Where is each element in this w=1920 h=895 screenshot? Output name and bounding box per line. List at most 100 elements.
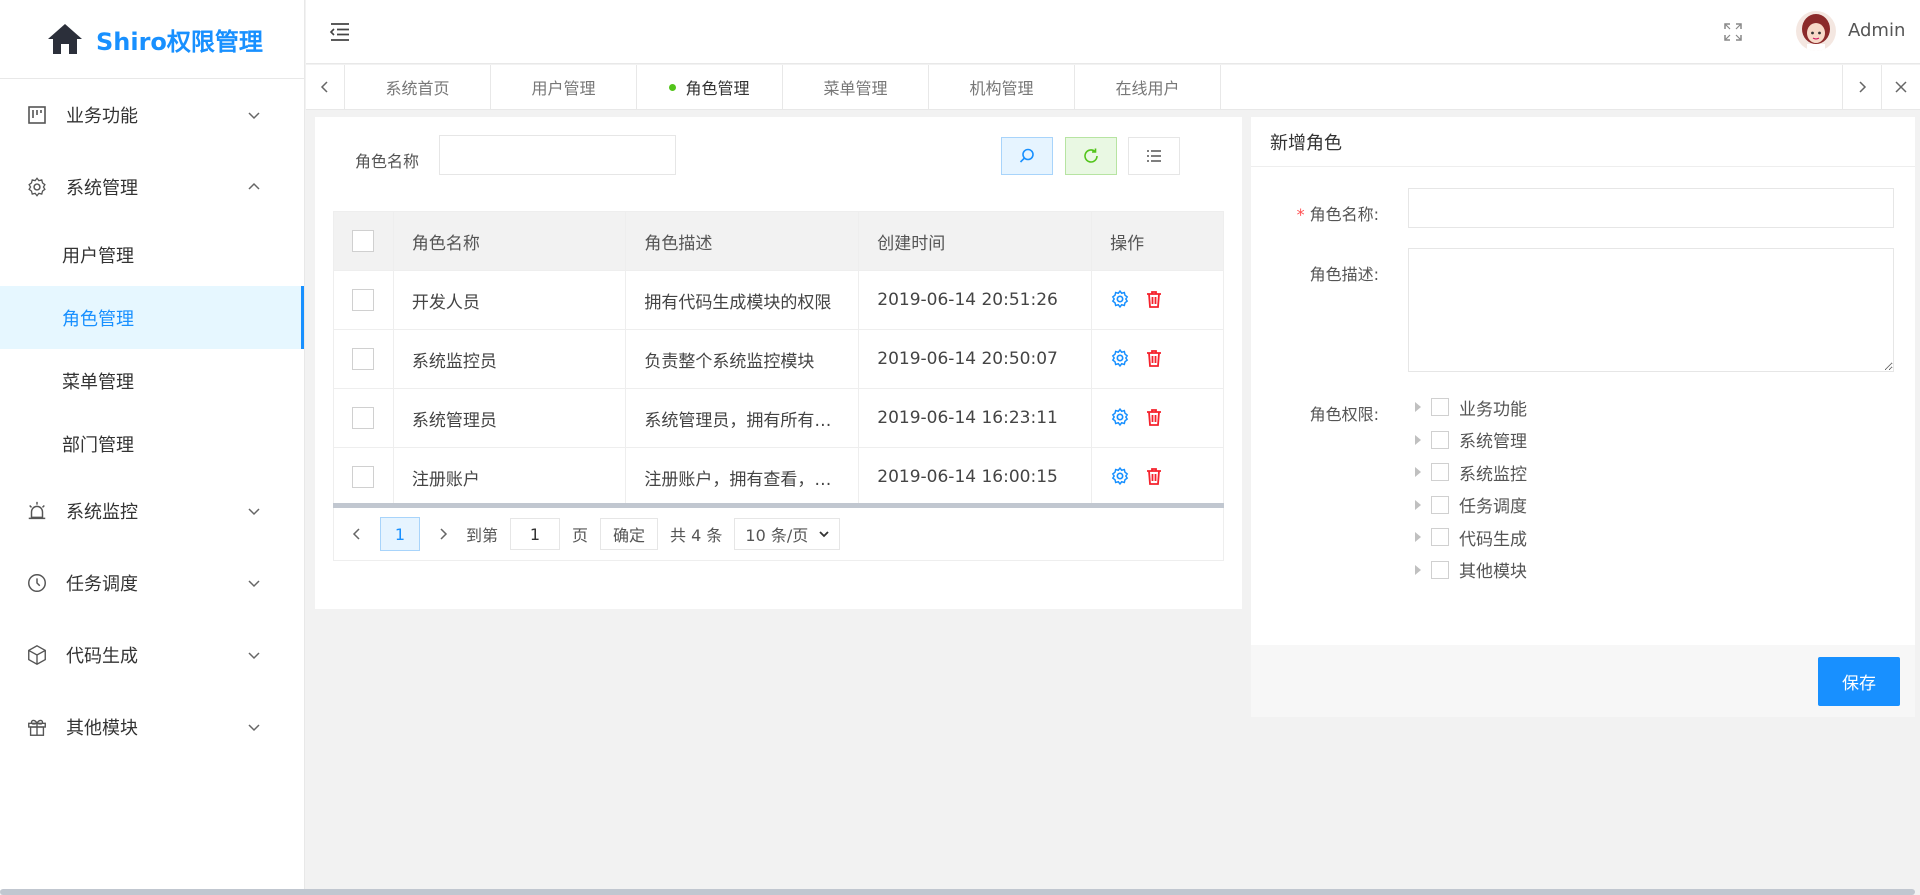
row-checkbox[interactable]: [352, 289, 375, 311]
tree-checkbox[interactable]: [1431, 528, 1449, 547]
select-all-checkbox[interactable]: [352, 230, 375, 252]
sidebar-item-business[interactable]: 业务功能: [0, 79, 304, 151]
sidebar-item-roles[interactable]: 角色管理: [0, 286, 304, 349]
chevron-down-icon: [248, 508, 260, 516]
expand-icon[interactable]: [1415, 499, 1421, 510]
tab-roles[interactable]: 角色管理: [637, 65, 783, 109]
sidebar-item-other[interactable]: 其他模块: [0, 691, 304, 763]
row-checkbox[interactable]: [352, 348, 375, 370]
page-size-value: 10 条/页: [745, 526, 809, 545]
delete-icon[interactable]: [1144, 466, 1166, 488]
current-page-button[interactable]: 1: [380, 517, 420, 551]
save-button[interactable]: 保存: [1818, 657, 1900, 706]
sidebar-item-departments[interactable]: 部门管理: [0, 412, 304, 475]
tabs-scroll-right-button[interactable]: [1842, 65, 1881, 109]
goto-confirm-button[interactable]: 确定: [600, 518, 659, 550]
panel-title: 新增角色: [1251, 117, 1915, 167]
menu-fold-icon[interactable]: [328, 20, 352, 44]
tab-users[interactable]: 用户管理: [491, 65, 637, 109]
settings-icon[interactable]: [1110, 407, 1132, 429]
settings-icon[interactable]: [1110, 289, 1132, 311]
tree-node-label[interactable]: 任务调度: [1459, 492, 1527, 517]
app-logo[interactable]: Shiro权限管理: [0, 0, 304, 79]
row-checkbox[interactable]: [352, 466, 375, 488]
tab-online-users[interactable]: 在线用户: [1075, 65, 1221, 109]
settings-icon[interactable]: [1110, 348, 1132, 370]
sidebar-item-users[interactable]: 用户管理: [0, 223, 304, 286]
goto-page-input[interactable]: 1: [510, 518, 561, 550]
role-desc-cell: 负责整个系统监控模块: [625, 329, 860, 389]
top-header: Admin: [306, 0, 1920, 64]
expand-icon[interactable]: [1415, 564, 1421, 575]
tree-checkbox[interactable]: [1431, 463, 1449, 482]
home-icon: [48, 24, 82, 54]
row-select-cell: [333, 388, 394, 448]
tab-label: 在线用户: [1115, 79, 1180, 98]
tab-home[interactable]: 系统首页: [345, 65, 491, 109]
username[interactable]: Admin: [1848, 20, 1905, 41]
role-desc-cell: 拥有代码生成模块的权限: [625, 270, 860, 330]
chevron-down-icon: [248, 112, 260, 120]
pagination: 1 到第 1 页 确定 共 4 条 10 条/页: [333, 508, 1224, 561]
gear-icon: [26, 176, 48, 198]
tree-node-label[interactable]: 系统管理: [1459, 427, 1527, 452]
tree-checkbox[interactable]: [1431, 430, 1449, 449]
expand-icon[interactable]: [1415, 434, 1421, 445]
tab-label: 系统首页: [385, 79, 450, 98]
avatar[interactable]: [1796, 11, 1836, 51]
role-name-field[interactable]: [1408, 188, 1894, 228]
sidebar-item-schedule[interactable]: 任务调度: [0, 547, 304, 619]
search-button[interactable]: [1001, 137, 1053, 175]
tree-node-label[interactable]: 系统监控: [1459, 460, 1527, 485]
tabs-spacer: [1221, 65, 1842, 109]
expand-icon[interactable]: [1415, 467, 1421, 478]
column-header[interactable]: 角色名称: [392, 211, 627, 271]
role-desc-cell: 系统管理员，拥有所有…: [625, 388, 860, 448]
settings-icon[interactable]: [1110, 466, 1132, 488]
sidebar-item-menus[interactable]: 菜单管理: [0, 349, 304, 412]
alarm-icon: [26, 500, 48, 522]
next-page-button[interactable]: [432, 523, 454, 545]
sidebar-item-label: 系统管理: [66, 178, 138, 199]
created-time-cell: 2019-06-14 20:50:07: [858, 329, 1093, 389]
sidebar-item-codegen[interactable]: 代码生成: [0, 619, 304, 691]
reset-button[interactable]: [1065, 137, 1117, 175]
tree-node-label[interactable]: 代码生成: [1459, 525, 1527, 550]
tab-menus[interactable]: 菜单管理: [783, 65, 929, 109]
role-list-panel: 角色名称 角色名称 角色描述 创建时间 操作 开发人员 拥有代码生成模块的权限 …: [315, 117, 1242, 609]
delete-icon[interactable]: [1144, 289, 1166, 311]
clock-icon: [26, 572, 48, 594]
sidebar-item-label: 系统监控: [66, 502, 138, 523]
page-horizontal-scrollbar[interactable]: [0, 889, 1915, 895]
tree-checkbox[interactable]: [1431, 560, 1449, 579]
tree-node: 系统管理: [1415, 424, 1527, 457]
chevron-left-icon: [352, 528, 360, 540]
tree-node-label[interactable]: 其他模块: [1459, 557, 1527, 582]
tree-checkbox[interactable]: [1431, 398, 1449, 417]
page-size-select[interactable]: 10 条/页: [734, 518, 841, 550]
chevron-down-icon: [819, 531, 830, 538]
role-name-search-input[interactable]: [439, 135, 676, 175]
created-time-cell: 2019-06-14 20:51:26: [858, 270, 1093, 330]
prev-page-button[interactable]: [346, 523, 368, 545]
tabs-scroll-left-button[interactable]: [306, 65, 345, 109]
tree-node-label[interactable]: 业务功能: [1459, 395, 1527, 420]
role-permission-label: 角色权限:: [1309, 405, 1379, 424]
column-header[interactable]: 创建时间: [858, 211, 1093, 271]
column-header[interactable]: 角色描述: [625, 211, 860, 271]
role-desc-field[interactable]: [1408, 248, 1894, 372]
sidebar-item-system[interactable]: 系统管理: [0, 151, 304, 223]
tree-checkbox[interactable]: [1431, 495, 1449, 514]
delete-icon[interactable]: [1144, 407, 1166, 429]
column-settings-button[interactable]: [1128, 137, 1180, 175]
tab-organizations[interactable]: 机构管理: [929, 65, 1075, 109]
table-row: 开发人员 拥有代码生成模块的权限 2019-06-14 20:51:26: [333, 270, 1224, 330]
sidebar-item-monitor[interactable]: 系统监控: [0, 475, 304, 547]
row-checkbox[interactable]: [352, 407, 375, 429]
expand-icon[interactable]: [1415, 532, 1421, 543]
close-icon: [1895, 81, 1907, 93]
fullscreen-icon[interactable]: [1722, 21, 1744, 43]
delete-icon[interactable]: [1144, 348, 1166, 370]
expand-icon[interactable]: [1415, 402, 1421, 413]
tabs-close-button[interactable]: [1881, 65, 1920, 109]
